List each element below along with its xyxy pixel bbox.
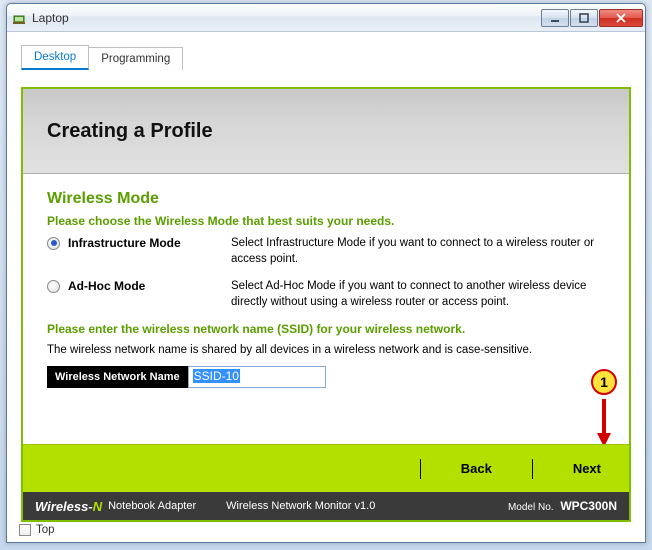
radio-adhoc[interactable]	[47, 280, 60, 293]
model-number: Model No. WPC300N	[508, 499, 617, 513]
callout-annotation: 1	[587, 369, 621, 447]
tab-programming[interactable]: Programming	[88, 47, 183, 70]
prompt-mode: Please choose the Wireless Mode that bes…	[47, 214, 605, 228]
close-button[interactable]	[599, 9, 643, 27]
desc-infrastructure: Select Infrastructure Mode if you want t…	[231, 236, 605, 267]
panel-header: Creating a Profile	[23, 89, 629, 174]
app-icon	[13, 11, 27, 25]
titlebar[interactable]: Laptop	[7, 4, 645, 32]
label-infrastructure: Infrastructure Mode	[68, 236, 181, 250]
callout-number: 1	[591, 369, 617, 395]
tab-desktop[interactable]: Desktop	[21, 45, 89, 70]
top-checkbox-row: Top	[19, 524, 55, 536]
monitor-label: Wireless Network Monitor v1.0	[226, 500, 375, 512]
separator-icon	[532, 459, 533, 479]
panel-footer: Wireless-N Notebook Adapter Wireless Net…	[23, 492, 629, 520]
page-title: Creating a Profile	[47, 120, 213, 143]
brand-label: Wireless-N	[35, 499, 102, 514]
tab-row: Desktop Programming	[21, 44, 171, 70]
ssid-input[interactable]: SSID-10	[188, 366, 326, 388]
desc-adhoc: Select Ad-Hoc Mode if you want to connec…	[231, 279, 605, 310]
app-window: Laptop Desktop Programming Creating a Pr…	[6, 3, 646, 543]
section-wireless-mode: Wireless Mode	[47, 190, 605, 208]
prompt-ssid: Please enter the wireless network name (…	[47, 322, 605, 336]
top-checkbox-label: Top	[36, 524, 55, 536]
minimize-button[interactable]	[541, 9, 569, 27]
ssid-note: The wireless network name is shared by a…	[47, 344, 605, 356]
adapter-panel: Creating a Profile Wireless Mode Please …	[21, 87, 631, 522]
maximize-button[interactable]	[570, 9, 598, 27]
adapter-label: Notebook Adapter	[108, 500, 196, 512]
ssid-field-label: Wireless Network Name	[47, 366, 188, 388]
label-adhoc: Ad-Hoc Mode	[68, 279, 145, 293]
next-button[interactable]: Next	[573, 461, 601, 476]
window-title: Laptop	[32, 11, 541, 25]
separator-icon	[420, 459, 421, 479]
back-button[interactable]: Back	[461, 461, 492, 476]
nav-bar: Back Next	[23, 444, 629, 492]
top-checkbox[interactable]	[19, 524, 31, 536]
arrow-down-icon	[587, 397, 621, 447]
radio-infrastructure[interactable]	[47, 237, 60, 250]
